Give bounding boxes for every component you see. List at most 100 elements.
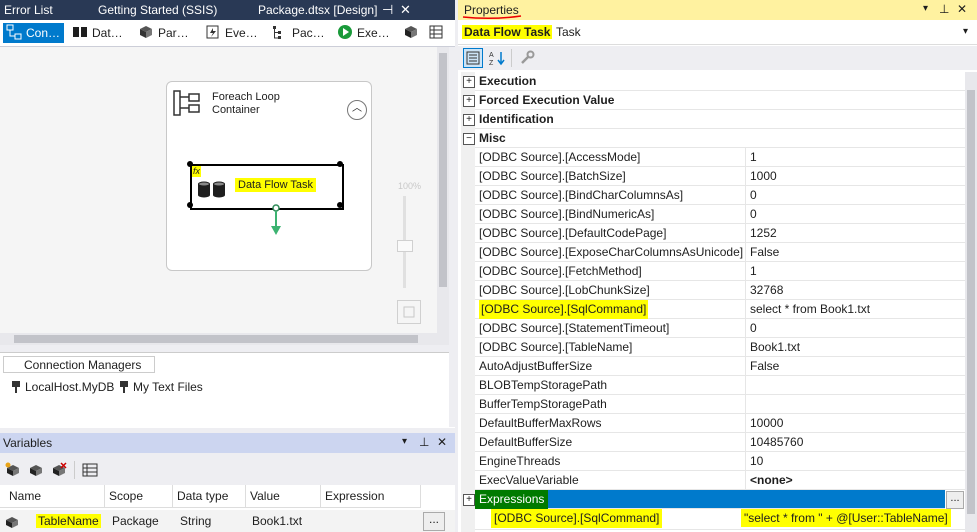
tab-getting-started[interactable]: Getting Started (SSIS) <box>98 0 217 20</box>
property-row[interactable]: [ODBC Source].[ExposeCharColumnsAsUnicod… <box>475 243 965 262</box>
properties-vertical-scrollbar[interactable] <box>965 72 977 532</box>
property-row[interactable]: [ODBC Source].[BatchSize] 1000 <box>475 167 965 186</box>
property-value[interactable]: Book1.txt <box>745 338 800 356</box>
column-header-datatype[interactable]: Data type <box>173 485 246 508</box>
move-variable-icon[interactable] <box>28 462 44 478</box>
column-header-scope[interactable]: Scope <box>105 485 173 508</box>
property-row[interactable]: BLOBTempStoragePath <box>475 376 965 395</box>
chevron-down-icon[interactable]: ▾ <box>963 26 968 37</box>
collapse-minus-icon[interactable]: − <box>463 133 475 145</box>
property-value[interactable]: 10000 <box>745 414 783 432</box>
expressions-ellipsis-button[interactable]: ... <box>946 491 964 509</box>
categorized-button[interactable] <box>463 48 483 68</box>
dropdown-icon[interactable]: ▾ <box>402 436 407 447</box>
close-icon[interactable]: ✕ <box>957 2 967 16</box>
vertical-scroll-thumb[interactable] <box>439 53 447 287</box>
property-value[interactable]: 1 <box>745 262 757 280</box>
resize-handle[interactable] <box>337 202 343 208</box>
expression-builder-button[interactable]: ... <box>423 512 445 531</box>
property-row[interactable]: [ODBC Source].[AccessMode] 1 <box>475 148 965 167</box>
control-flow-tab[interactable]: Con… <box>3 23 65 43</box>
property-value[interactable]: select * from Book1.txt <box>745 300 870 318</box>
property-row-expressions[interactable]: Expressions <box>475 490 945 509</box>
property-row[interactable]: [ODBC Source].[BindCharColumnsAs] 0 <box>475 186 965 205</box>
property-value[interactable]: 0 <box>745 186 757 204</box>
property-value[interactable] <box>745 395 750 413</box>
property-value[interactable]: False <box>745 357 779 375</box>
resize-handle[interactable] <box>187 161 193 167</box>
connection-item[interactable]: My Text Files <box>118 380 203 394</box>
connection-managers-tab[interactable]: Connection Managers <box>3 356 155 373</box>
toolbar-extra-tab[interactable] <box>403 23 423 43</box>
variable-expression-cell[interactable] <box>323 510 327 532</box>
variable-value-cell[interactable]: Book1.txt <box>248 510 302 532</box>
property-value[interactable]: 32768 <box>745 281 783 299</box>
property-value[interactable]: 1000 <box>745 167 777 185</box>
add-variable-icon[interactable] <box>5 462 21 478</box>
property-value[interactable]: 0 <box>745 205 757 223</box>
column-header-value[interactable]: Value <box>246 485 321 508</box>
expand-plus-icon[interactable]: + <box>463 95 475 107</box>
alphabetical-sort-icon[interactable]: AZ <box>488 49 506 67</box>
tab-package-design[interactable]: Package.dtsx [Design] <box>254 0 381 20</box>
collapse-chevron-icon[interactable]: ︿ <box>347 100 367 120</box>
property-row[interactable]: [ODBC Source].[DefaultCodePage] 1252 <box>475 224 965 243</box>
variable-type-cell[interactable]: String <box>176 510 211 532</box>
expand-plus-icon[interactable]: + <box>463 494 475 506</box>
expand-plus-icon[interactable]: + <box>463 76 475 88</box>
pin-icon[interactable]: ⊥ <box>419 435 429 449</box>
precedence-constraint-arrow[interactable] <box>268 204 284 236</box>
connection-item[interactable]: LocalHost.MyDB <box>10 380 114 394</box>
property-value[interactable] <box>745 376 750 394</box>
wrench-icon[interactable] <box>518 49 536 67</box>
property-row[interactable]: BufferTempStoragePath <box>475 395 965 414</box>
object-selector[interactable]: Data Flow Task Task ▾ <box>458 22 977 45</box>
resize-handle[interactable] <box>187 202 193 208</box>
package-explorer-tab[interactable]: Pac… <box>272 23 325 43</box>
vertical-scroll-thumb[interactable] <box>967 90 975 514</box>
event-handlers-tab[interactable]: Eve… <box>205 23 258 43</box>
property-value[interactable]: 1252 <box>745 224 777 242</box>
toolbar-more-tab[interactable] <box>428 23 448 43</box>
property-row[interactable]: [ODBC Source].[StatementTimeout] 0 <box>475 319 965 338</box>
zoom-slider-thumb[interactable] <box>397 240 413 252</box>
grid-options-icon[interactable] <box>82 462 98 478</box>
property-row-sqlcommand[interactable]: [ODBC Source].[SqlCommand] select * from … <box>475 300 965 319</box>
category-identification[interactable]: Identification <box>475 110 965 129</box>
tab-error-list[interactable]: Error List <box>4 0 53 20</box>
tab-pin-icon[interactable]: ⊣ <box>382 0 393 20</box>
column-header-name[interactable]: Name <box>0 485 105 508</box>
property-value[interactable]: False <box>745 243 779 261</box>
variable-name-cell[interactable]: TableName <box>32 510 101 532</box>
property-value[interactable]: <none> <box>745 471 793 489</box>
zoom-fit-button[interactable] <box>397 300 421 324</box>
data-flow-task-box[interactable]: fx Data Flow Task <box>190 164 344 210</box>
property-row[interactable]: ExecValueVariable <none> <box>475 471 965 490</box>
resize-handle[interactable] <box>337 161 343 167</box>
property-row[interactable]: EngineThreads 10 <box>475 452 965 471</box>
property-value[interactable]: 1 <box>745 148 757 166</box>
pin-icon[interactable]: ⊥ <box>939 2 949 16</box>
column-header-expression[interactable]: Expression <box>321 485 421 508</box>
property-row[interactable]: [ODBC Source].[TableName] Book1.txt <box>475 338 965 357</box>
category-forced-execution[interactable]: Forced Execution Value <box>475 91 965 110</box>
property-value[interactable]: 10 <box>745 452 763 470</box>
property-row[interactable]: DefaultBufferSize 10485760 <box>475 433 965 452</box>
dropdown-icon[interactable]: ▾ <box>923 3 928 14</box>
property-value[interactable]: 10485760 <box>745 433 803 451</box>
property-row[interactable]: AutoAdjustBufferSize False <box>475 357 965 376</box>
property-row[interactable]: DefaultBufferMaxRows 10000 <box>475 414 965 433</box>
canvas-horizontal-scrollbar[interactable] <box>0 333 449 345</box>
property-row[interactable]: [ODBC Source].[LobChunkSize] 32768 <box>475 281 965 300</box>
expression-property-value[interactable]: "select * from " + @[User::TableName] <box>741 509 951 527</box>
variable-scope-cell[interactable]: Package <box>108 510 159 532</box>
canvas-vertical-scrollbar[interactable] <box>437 47 449 333</box>
property-value[interactable]: 0 <box>745 319 757 337</box>
property-row[interactable]: [ODBC Source].[BindNumericAs] 0 <box>475 205 965 224</box>
horizontal-scroll-thumb[interactable] <box>14 335 418 343</box>
delete-variable-icon[interactable] <box>51 462 67 478</box>
data-flow-tab[interactable]: Dat… <box>72 23 123 43</box>
close-icon[interactable]: ✕ <box>437 435 447 449</box>
expand-plus-icon[interactable]: + <box>463 114 475 126</box>
property-row[interactable]: [ODBC Source].[FetchMethod] 1 <box>475 262 965 281</box>
